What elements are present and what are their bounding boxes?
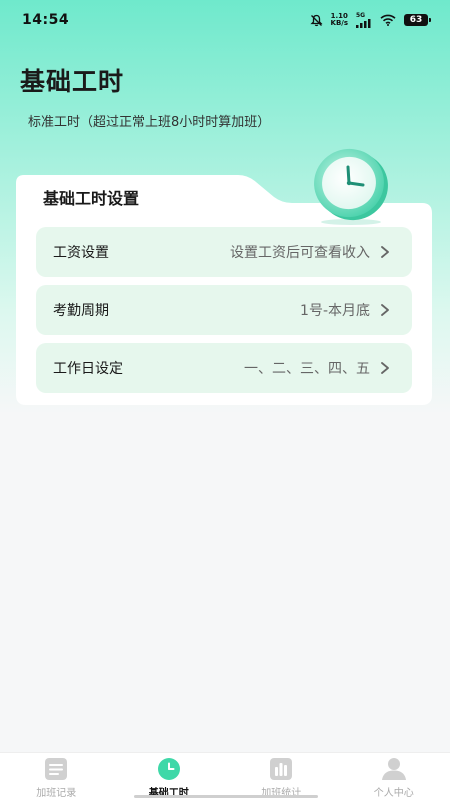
row-value: 设置工资后可查看收入 xyxy=(230,245,370,261)
network-speed-unit: KB/s xyxy=(330,19,348,27)
clock-icon xyxy=(157,758,180,780)
home-indicator xyxy=(134,795,318,798)
page-title: 基础工时 xyxy=(20,67,125,96)
status-time: 14:54 xyxy=(22,12,70,28)
bar-chart-icon xyxy=(270,758,293,780)
row-label: 工资设置 xyxy=(53,245,109,261)
card-title: 基础工时设置 xyxy=(43,189,140,208)
row-value: 一、二、三、四、五 xyxy=(244,361,370,377)
battery-icon: 63 xyxy=(404,14,431,26)
document-icon xyxy=(45,758,68,780)
cellular-signal: 5G xyxy=(356,12,372,28)
workday-settings-row[interactable]: 工作日设定 一、二、三、四、五 xyxy=(36,343,412,393)
status-icons: 1.10 KB/s 5G 63 xyxy=(309,12,431,28)
tab-label: 加班记录 xyxy=(36,788,77,799)
wifi-icon xyxy=(380,14,396,26)
tab-overtime-records[interactable]: 加班记录 xyxy=(0,753,113,800)
chevron-right-icon xyxy=(381,362,389,374)
settings-card: 基础工时设置 工资设置 设置工资后可查看收入 考勤周期 1号-本月底 工作日设定… xyxy=(16,148,432,405)
tab-label: 个人中心 xyxy=(373,788,414,799)
clock-illustration-icon xyxy=(314,148,388,225)
mute-bell-icon xyxy=(309,14,323,26)
status-bar: 14:54 1.10 KB/s 5G 63 xyxy=(0,0,450,40)
row-label: 工作日设定 xyxy=(53,361,123,377)
tab-basic-hours[interactable]: 基础工时 xyxy=(113,753,226,800)
salary-settings-row[interactable]: 工资设置 设置工资后可查看收入 xyxy=(36,227,412,277)
attendance-cycle-row[interactable]: 考勤周期 1号-本月底 xyxy=(36,285,412,335)
tab-overtime-stats[interactable]: 加班统计 xyxy=(225,753,338,800)
row-value: 1号-本月底 xyxy=(300,303,370,319)
network-speed: 1.10 KB/s xyxy=(331,13,348,27)
row-label: 考勤周期 xyxy=(53,303,109,319)
bottom-tab-bar: 加班记录 基础工时 加班统计 个人中心 xyxy=(0,752,450,800)
signal-bars-icon xyxy=(356,18,371,28)
chevron-right-icon xyxy=(381,246,389,258)
person-icon xyxy=(381,758,406,780)
chevron-right-icon xyxy=(381,304,389,316)
tab-personal-center[interactable]: 个人中心 xyxy=(338,753,450,800)
page-subtitle: 标准工时（超过正常上班8小时时算加班） xyxy=(28,115,271,130)
